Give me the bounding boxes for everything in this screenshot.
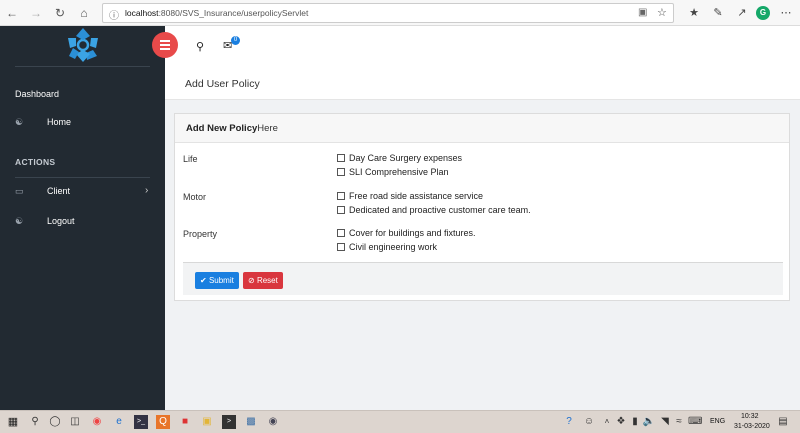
back-arrow-icon[interactable]: ← (4, 5, 20, 21)
brand-logo-icon (68, 28, 98, 62)
network-icon[interactable]: ◥ (658, 415, 672, 429)
terminal-icon[interactable]: > (222, 415, 236, 429)
ban-icon: ⊘ (248, 276, 255, 285)
sidebar-item-label: Logout (47, 216, 75, 226)
edge-icon[interactable]: e (112, 415, 126, 429)
app-icon[interactable]: Q (156, 415, 170, 429)
sidebar-item-label: Home (47, 117, 72, 127)
sidebar-section-actions: ACTIONS (15, 157, 56, 167)
policy-option[interactable]: Civil engineering work (337, 242, 437, 252)
chrome-icon[interactable]: ◉ (90, 415, 104, 429)
home-icon[interactable]: ⌂ (76, 5, 92, 21)
policy-option[interactable]: Day Care Surgery expenses (337, 153, 462, 163)
dropbox-icon[interactable]: ❖ (614, 415, 628, 429)
policy-option[interactable]: Free road side assistance service (337, 191, 483, 201)
pen-icon[interactable]: ✎ (710, 5, 726, 21)
category-property: Property (183, 229, 218, 239)
language-indicator[interactable]: ENG (710, 418, 725, 425)
cortana-icon[interactable]: ◯ (48, 415, 62, 429)
windows-taskbar: ▦ ⚲ ◯ ◫ ◉ e >_ Q ■ ▣ > ▩ ◉ ? ☺ ˄ ❖ ▮ 🔈 ◥… (0, 410, 800, 433)
card-title-bold: Add New Policy (186, 123, 258, 134)
keyboard-icon[interactable]: ⌨ (688, 415, 702, 429)
card-title-rest: Here (257, 123, 278, 134)
browser-toolbar: ← → ↻ ⌂ ⓘ localhost:8080/SVS_Insurance/u… (0, 0, 800, 26)
menu-toggle-button[interactable] (152, 32, 178, 58)
category-motor: Motor (183, 192, 207, 202)
chevron-up-icon[interactable]: ˄ (600, 415, 614, 429)
add-policy-card: Add New PolicyHere Life Day Care Surgery… (174, 113, 790, 301)
app-icon[interactable]: ◉ (266, 415, 280, 429)
checkbox[interactable] (337, 206, 345, 214)
sidebar-item-client[interactable]: ▭ Client › (0, 183, 165, 201)
people-icon[interactable]: ☺ (582, 415, 596, 429)
mail-count-badge: 0 (231, 36, 240, 45)
refresh-icon[interactable]: ↻ (52, 5, 68, 21)
hamburger-icon (160, 40, 170, 42)
submit-button[interactable]: ✔ Submit (195, 272, 239, 289)
laptop-icon: ▭ (15, 186, 24, 196)
sidebar-item-home[interactable]: ☯ Home (0, 114, 165, 132)
checkbox[interactable] (337, 168, 345, 176)
page-header: Add User Policy (165, 66, 800, 100)
volume-icon[interactable]: 🔈 (642, 415, 656, 429)
card-footer: ✔ Submit ⊘ Reset (183, 262, 783, 295)
more-icon[interactable]: ⋯ (778, 5, 794, 21)
favorite-star-icon[interactable]: ☆ (657, 6, 667, 19)
page-title: Add User Policy (185, 78, 260, 90)
battery-icon[interactable]: ▮ (628, 415, 642, 429)
sidebar-divider (15, 66, 150, 67)
search-icon[interactable]: ⚲ (28, 415, 42, 429)
clock-date[interactable]: 31-03-2020 (734, 423, 770, 430)
task-view-icon[interactable]: ◫ (68, 415, 82, 429)
policy-option[interactable]: Cover for buildings and fixtures. (337, 228, 476, 238)
search-icon[interactable]: ⚲ (196, 40, 204, 53)
favorites-list-icon[interactable]: ★ (686, 5, 702, 21)
address-bar[interactable]: ⓘ localhost:8080/SVS_Insurance/userpolic… (102, 3, 674, 23)
reset-button[interactable]: ⊘ Reset (243, 272, 283, 289)
reading-view-icon[interactable]: ▣ (638, 7, 647, 18)
url-path: :8080/SVS_Insurance/userpolicyServlet (158, 8, 309, 18)
app-icon[interactable]: ▩ (244, 415, 258, 429)
checkbox[interactable] (337, 229, 345, 237)
app-icon[interactable]: ■ (178, 415, 192, 429)
share-icon[interactable]: ↗ (734, 5, 750, 21)
checkbox[interactable] (337, 192, 345, 200)
windows-start-icon[interactable]: ▦ (6, 415, 20, 429)
folder-icon[interactable]: ▣ (200, 415, 214, 429)
top-header: ⚲ ✉ 0 (165, 26, 800, 66)
checkbox[interactable] (337, 243, 345, 251)
info-icon[interactable]: ⓘ (109, 7, 119, 22)
sidebar-divider (15, 177, 150, 178)
check-circle-icon: ✔ (200, 276, 207, 285)
notifications-icon[interactable]: ▤ (776, 415, 790, 429)
category-life: Life (183, 154, 198, 164)
checkbox[interactable] (337, 154, 345, 162)
terminal-icon[interactable]: >_ (134, 415, 148, 429)
logout-icon: ☯ (15, 216, 24, 226)
extension-icon[interactable]: G (756, 6, 770, 20)
forward-arrow-icon[interactable]: → (28, 5, 44, 21)
dashboard-icon: ☯ (15, 117, 24, 127)
sidebar-item-logout[interactable]: ☯ Logout (0, 213, 165, 231)
clock-time[interactable]: 10:32 (741, 413, 759, 420)
chevron-right-icon: › (145, 185, 149, 196)
policy-option[interactable]: Dedicated and proactive customer care te… (337, 205, 531, 215)
sidebar: Dashboard ☯ Home ACTIONS ▭ Client › ☯ Lo… (0, 26, 165, 410)
sidebar-item-label: Client (47, 186, 71, 196)
card-header: Add New PolicyHere (175, 114, 789, 143)
help-icon[interactable]: ? (562, 415, 576, 429)
url-host: localhost (125, 8, 159, 18)
wifi-icon[interactable]: ≈ (672, 415, 686, 429)
sidebar-section-dashboard[interactable]: Dashboard (15, 89, 59, 99)
policy-option[interactable]: SLI Comprehensive Plan (337, 167, 449, 177)
